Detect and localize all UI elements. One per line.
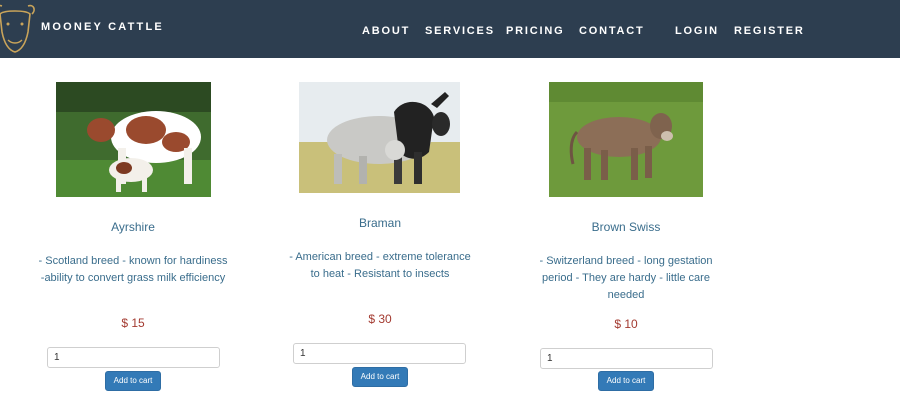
brand-name[interactable]: MOONEY CATTLE [41,21,164,33]
quantity-input[interactable] [540,348,713,369]
quantity-input[interactable] [293,343,466,364]
cow-head-icon[interactable] [0,0,38,56]
product-price: $ 10 [614,317,638,331]
nav-login[interactable]: LOGIN [675,25,719,37]
add-to-cart-button[interactable]: Add to cart [352,367,408,387]
quantity-input[interactable] [47,347,220,368]
product-description: - Switzerland breed - long gestation per… [539,255,713,301]
product-name[interactable]: Brown Swiss [536,220,716,234]
product-description: - Scotland breed - known for hardiness -… [38,255,228,284]
nav-pricing[interactable]: PRICING [506,25,564,37]
product-price: $ 15 [121,316,145,330]
product-name[interactable]: Ayrshire [43,220,223,234]
top-navbar: MOONEY CATTLE ABOUT SERVICES PRICING CON… [0,0,900,58]
nav-about[interactable]: ABOUT [362,25,410,37]
nav-services[interactable]: SERVICES [425,25,495,37]
product-price: $ 30 [368,312,392,326]
nav-contact[interactable]: CONTACT [579,25,645,37]
nav-register[interactable]: REGISTER [734,25,805,37]
add-to-cart-button[interactable]: Add to cart [598,371,654,391]
product-description: - American breed - extreme tolerance to … [289,251,471,280]
ayrshire-cow-photo [56,82,211,197]
brahman-bull-photo [299,82,460,193]
add-to-cart-button[interactable]: Add to cart [105,371,161,391]
brown-swiss-cow-photo [549,82,703,197]
product-name[interactable]: Braman [290,216,470,230]
